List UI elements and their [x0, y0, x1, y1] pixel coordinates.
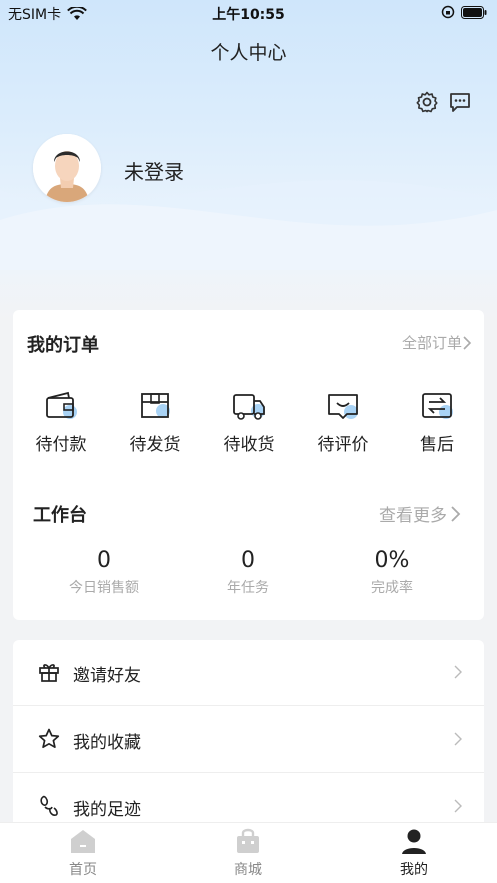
status-time: 上午10:55 — [212, 7, 285, 23]
comment-icon — [328, 394, 358, 419]
chevron-right-icon — [454, 732, 462, 746]
login-status[interactable]: 未登录 — [124, 156, 184, 185]
menu-item-label: 我的足迹 — [73, 800, 141, 820]
all-orders-link[interactable]: 全部订单 — [402, 332, 472, 353]
tab-mine[interactable]: 我的 — [354, 827, 474, 879]
order-pending-payment-label: 待付款 — [35, 435, 87, 455]
menu-item-label: 邀请好友 — [73, 666, 141, 686]
all-orders-label: 全部订单 — [401, 334, 462, 352]
gift-icon — [39, 664, 59, 682]
order-pending-review[interactable]: 待评价 — [296, 390, 390, 455]
truck-icon — [233, 394, 265, 420]
chevron-right-icon — [463, 335, 472, 350]
status-bar: 无SIM卡 上午10:55 — [0, 0, 497, 26]
home-icon — [71, 830, 95, 853]
message-icon[interactable] — [448, 90, 472, 114]
page-title: 个人中心 — [210, 42, 287, 64]
tab-label: 我的 — [400, 862, 428, 878]
footprint-icon — [40, 795, 58, 816]
order-pending-receipt-label: 待收货 — [223, 435, 275, 455]
menu-item-invite-friends[interactable]: 邀请好友 — [13, 640, 484, 706]
chevron-right-icon — [451, 505, 461, 522]
exchange-icon — [422, 393, 453, 419]
menu-list: 邀请好友 我的收藏 我的足迹 — [13, 640, 484, 840]
bottom-tab-bar: 首页 商城 我的 — [0, 822, 497, 883]
menu-item-label: 我的收藏 — [73, 733, 141, 753]
avatar[interactable] — [33, 134, 101, 202]
tab-label: 商城 — [234, 862, 262, 878]
orders-title: 我的订单 — [27, 335, 99, 356]
view-more-link[interactable]: 查看更多 — [379, 501, 462, 526]
stat-annual-task: 0 年任务 — [173, 548, 323, 597]
stat-value: 0 — [241, 548, 255, 573]
box-icon — [141, 393, 170, 418]
stat-today-sales: 0 今日销售额 — [29, 548, 179, 597]
orders-card: 我的订单 全部订单 待付款 待发货 待收货 待评价 售后 工作台 查看更多 0 … — [13, 310, 484, 620]
order-pending-review-label: 待评价 — [317, 435, 369, 455]
tab-shop[interactable]: 商城 — [188, 827, 308, 879]
view-more-label: 查看更多 — [379, 506, 447, 526]
shop-bag-icon — [237, 828, 259, 853]
order-pending-shipment[interactable]: 待发货 — [108, 390, 202, 455]
stat-label: 今日销售额 — [69, 580, 139, 596]
order-after-sales[interactable]: 售后 — [390, 390, 484, 455]
stat-completion-rate: 0% 完成率 — [317, 548, 467, 597]
battery-icon — [461, 5, 487, 19]
stat-value: 0% — [374, 548, 410, 573]
rotation-lock-icon — [441, 5, 455, 19]
workbench-title: 工作台 — [33, 505, 87, 526]
order-pending-payment[interactable]: 待付款 — [14, 390, 108, 455]
stat-value: 0 — [97, 548, 111, 573]
stat-label: 年任务 — [227, 580, 269, 596]
chevron-right-icon — [454, 665, 462, 679]
settings-gear-icon[interactable] — [415, 90, 439, 114]
stat-label: 完成率 — [371, 580, 413, 596]
order-pending-receipt[interactable]: 待收货 — [202, 390, 296, 455]
order-pending-shipment-label: 待发货 — [129, 435, 181, 455]
user-icon — [402, 829, 426, 854]
star-icon — [38, 728, 60, 749]
menu-item-favorites[interactable]: 我的收藏 — [13, 707, 484, 773]
tab-label: 首页 — [69, 862, 97, 878]
order-after-sales-label: 售后 — [420, 435, 454, 455]
wallet-icon — [46, 391, 77, 419]
chevron-right-icon — [454, 799, 462, 813]
default-avatar-icon — [33, 134, 101, 202]
tab-home[interactable]: 首页 — [23, 827, 143, 879]
